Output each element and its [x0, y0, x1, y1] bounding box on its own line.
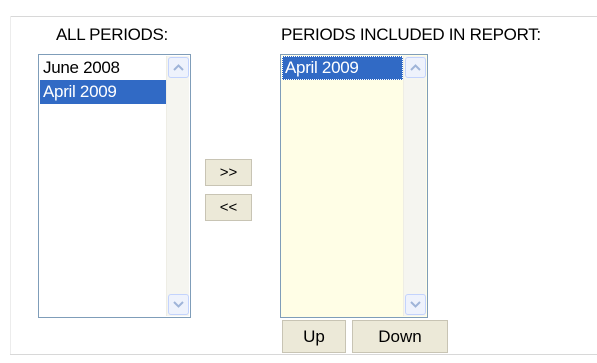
all-periods-items: June 2008 April 2009	[40, 56, 166, 316]
list-item[interactable]: April 2009	[282, 56, 403, 80]
scroll-down-button[interactable]	[405, 294, 426, 315]
list-item[interactable]: June 2008	[40, 56, 166, 80]
frame-top-border	[10, 16, 597, 17]
included-periods-label: PERIODS INCLUDED IN REPORT:	[281, 25, 541, 44]
list-item[interactable]: April 2009	[40, 80, 166, 104]
frame-left-border	[10, 16, 11, 355]
remove-period-button[interactable]: <<	[205, 194, 252, 221]
scroll-down-button[interactable]	[168, 294, 189, 315]
chevron-down-icon	[173, 301, 184, 308]
all-periods-scrollbar[interactable]	[166, 56, 189, 316]
add-period-button[interactable]: >>	[205, 159, 252, 186]
chevron-up-icon	[173, 64, 184, 71]
all-periods-label: ALL PERIODS:	[56, 25, 168, 44]
move-down-button[interactable]: Down	[352, 320, 448, 353]
included-periods-items: April 2009	[282, 56, 403, 316]
scroll-up-button[interactable]	[405, 57, 426, 78]
move-up-button[interactable]: Up	[282, 320, 346, 353]
chevron-down-icon	[410, 301, 421, 308]
frame-bottom-border	[10, 354, 597, 355]
included-periods-scrollbar[interactable]	[403, 56, 426, 316]
all-periods-listbox[interactable]: June 2008 April 2009	[38, 54, 191, 318]
included-periods-listbox[interactable]: April 2009	[280, 54, 428, 318]
scroll-up-button[interactable]	[168, 57, 189, 78]
chevron-up-icon	[410, 64, 421, 71]
